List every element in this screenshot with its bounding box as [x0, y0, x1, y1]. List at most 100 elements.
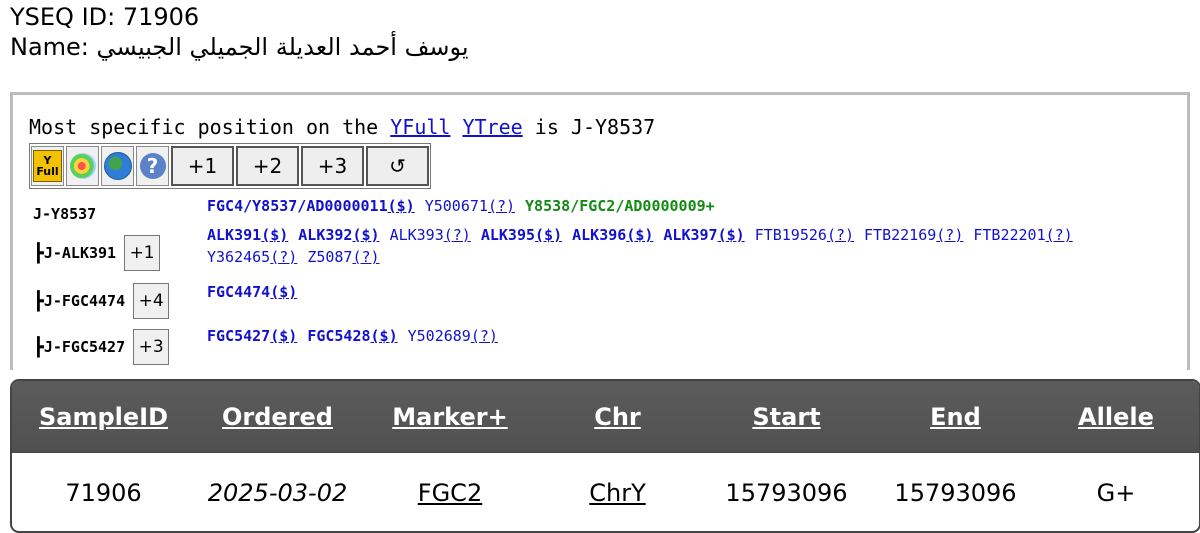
snp-item: FGC4/Y8537/AD0000011($) — [207, 195, 415, 217]
snp-name: Y502689 — [407, 327, 471, 345]
snp-status-link[interactable]: (?) — [1046, 226, 1073, 244]
snp-status-link[interactable]: (?) — [936, 226, 963, 244]
snp-item: ALK393(?) — [390, 224, 471, 246]
name-value: يوسف أحمد العديلة الجميلي الجبيسي — [96, 33, 469, 61]
snp-item: Y8538/FGC2/AD0000009+ — [525, 195, 715, 217]
snp-item: FTB22169(?) — [864, 224, 963, 246]
snp-status-link[interactable]: ($) — [371, 327, 398, 345]
snp-status-link[interactable]: (?) — [471, 327, 498, 345]
tree-branch-glyph: ┣ — [33, 290, 44, 312]
snp-name: FGC4/Y8537/AD0000011 — [207, 197, 388, 215]
haplogroup-tree-panel: Most specific position on the YFull YTre… — [10, 92, 1190, 370]
cell-start: 15793096 — [725, 479, 848, 507]
tree-node-name: J-FGC4474 — [43, 292, 126, 310]
help-button[interactable]: ? — [136, 146, 169, 186]
snp-status-link[interactable]: (?) — [444, 226, 471, 244]
snp-status-link[interactable]: ($) — [270, 327, 297, 345]
tree-node-label[interactable]: ┣ J-FGC5427 +3 — [33, 329, 170, 365]
yfull-logo-button[interactable]: Y Full — [31, 146, 64, 186]
snp-item: ALK392($) — [298, 224, 379, 246]
snp-list: FGC5427($) FGC5428($) Y502689(?) — [207, 325, 1163, 347]
expand-plus-2-button[interactable]: +2 — [236, 146, 299, 186]
snp-status-link[interactable]: ($) — [352, 226, 379, 244]
snp-item: FGC5427($) — [207, 325, 297, 347]
yfull-logo-bottom-text: Full — [36, 165, 59, 178]
expand-plus-1-button[interactable]: +1 — [171, 146, 234, 186]
snp-item: ALK395($) — [481, 224, 562, 246]
tree-branch-glyph: ┣ — [33, 242, 44, 264]
tree-node-label[interactable]: J-Y8537 — [33, 205, 96, 223]
ytree-link[interactable]: YTree — [463, 115, 523, 139]
yfull-link[interactable]: YFull — [390, 115, 450, 139]
globe-button[interactable] — [101, 146, 134, 186]
yfull-logo-icon: Y Full — [33, 150, 62, 182]
col-header-ordered[interactable]: Ordered — [222, 403, 333, 431]
tree-node-label[interactable]: ┣ J-FGC4474 +4 — [33, 283, 170, 319]
reset-button[interactable]: ↺ — [366, 146, 429, 186]
cell-end: 15793096 — [894, 479, 1017, 507]
snp-name: ALK396 — [572, 226, 627, 244]
snp-name: ALK393 — [389, 226, 444, 244]
cell-ordered: 2025-03-02 — [207, 479, 348, 507]
snp-name: ALK397 — [663, 226, 718, 244]
snp-name: Y8538/FGC2/AD0000009+ — [525, 197, 715, 215]
results-header-row: SampleID Ordered Marker+ Chr Start End A… — [12, 381, 1199, 452]
col-header-start[interactable]: Start — [752, 403, 820, 431]
snp-status-link[interactable]: (?) — [488, 197, 515, 215]
snp-status-link[interactable]: ($) — [270, 283, 297, 301]
snp-status-link[interactable]: (?) — [827, 226, 854, 244]
name-label: Name: — [10, 33, 89, 61]
snp-name: Y362465 — [207, 248, 271, 266]
snp-item: FGC4474($) — [207, 281, 297, 303]
tree-node-label[interactable]: ┣ J-ALK391 +1 — [33, 235, 161, 271]
tree-node-name: J-ALK391 — [43, 244, 117, 262]
snp-status-link[interactable]: ($) — [535, 226, 562, 244]
snp-item: FGC5428($) — [307, 325, 397, 347]
cell-marker-link[interactable]: FGC2 — [418, 479, 482, 507]
cell-chr-link[interactable]: ChrY — [589, 479, 646, 507]
col-header-marker[interactable]: Marker+ — [392, 403, 507, 431]
snp-name: ALK392 — [298, 226, 353, 244]
snp-name: ALK391 — [207, 226, 262, 244]
snp-name: Z5087 — [307, 248, 353, 266]
snp-item: ALK396($) — [572, 224, 653, 246]
col-header-chr[interactable]: Chr — [594, 403, 641, 431]
heatmap-icon — [69, 153, 96, 179]
snp-status-link[interactable]: ($) — [261, 226, 288, 244]
globe-icon — [103, 152, 132, 180]
tree-node-name: J-FGC5427 — [43, 338, 126, 356]
snp-item: FTB19526(?) — [755, 224, 854, 246]
snp-status-link[interactable]: ($) — [388, 197, 415, 215]
col-header-allele[interactable]: Allele — [1078, 403, 1154, 431]
snp-name: FGC5428 — [307, 327, 371, 345]
help-icon: ? — [139, 153, 166, 179]
snp-status-link[interactable]: ($) — [718, 226, 745, 244]
expand-subclade-button[interactable]: +4 — [133, 283, 170, 319]
heatmap-button[interactable] — [66, 146, 99, 186]
most-specific-position-line: Most specific position on the YFull YTre… — [29, 115, 655, 139]
col-header-end[interactable]: End — [930, 403, 981, 431]
yseq-id-heading: YSEQ ID: 71906 — [10, 3, 200, 31]
expand-subclade-button[interactable]: +1 — [124, 235, 161, 271]
tree-node-name: J-Y8537 — [33, 205, 97, 223]
snp-name: FTB22201 — [973, 226, 1046, 244]
results-table: SampleID Ordered Marker+ Chr Start End A… — [10, 379, 1200, 533]
snp-status-link[interactable]: ($) — [626, 226, 653, 244]
snp-item: ALK397($) — [663, 224, 744, 246]
snp-status-link[interactable]: (?) — [270, 248, 297, 266]
customer-name-heading: Name: يوسف أحمد العديلة الجميلي الجبيسي — [10, 34, 469, 60]
snp-item: FTB22201(?) — [973, 224, 1072, 246]
snp-item: Y502689(?) — [408, 325, 498, 347]
position-suffix: is J-Y8537 — [534, 115, 656, 139]
cell-sampleid: 71906 — [65, 479, 142, 507]
snp-status-link[interactable]: (?) — [352, 248, 379, 266]
snp-name: FGC5427 — [207, 327, 271, 345]
col-header-sampleid[interactable]: SampleID — [39, 403, 168, 431]
tree-branch-glyph: ┣ — [33, 336, 44, 358]
snp-list: FGC4474($) — [207, 281, 1163, 303]
snp-item: Y362465(?) — [207, 246, 297, 268]
expand-plus-3-button[interactable]: +3 — [301, 146, 364, 186]
snp-list: FGC4/Y8537/AD0000011($) Y500671(?) Y8538/F… — [207, 195, 1163, 217]
position-prefix: Most specific position on the — [29, 115, 379, 139]
expand-subclade-button[interactable]: +3 — [133, 329, 170, 365]
